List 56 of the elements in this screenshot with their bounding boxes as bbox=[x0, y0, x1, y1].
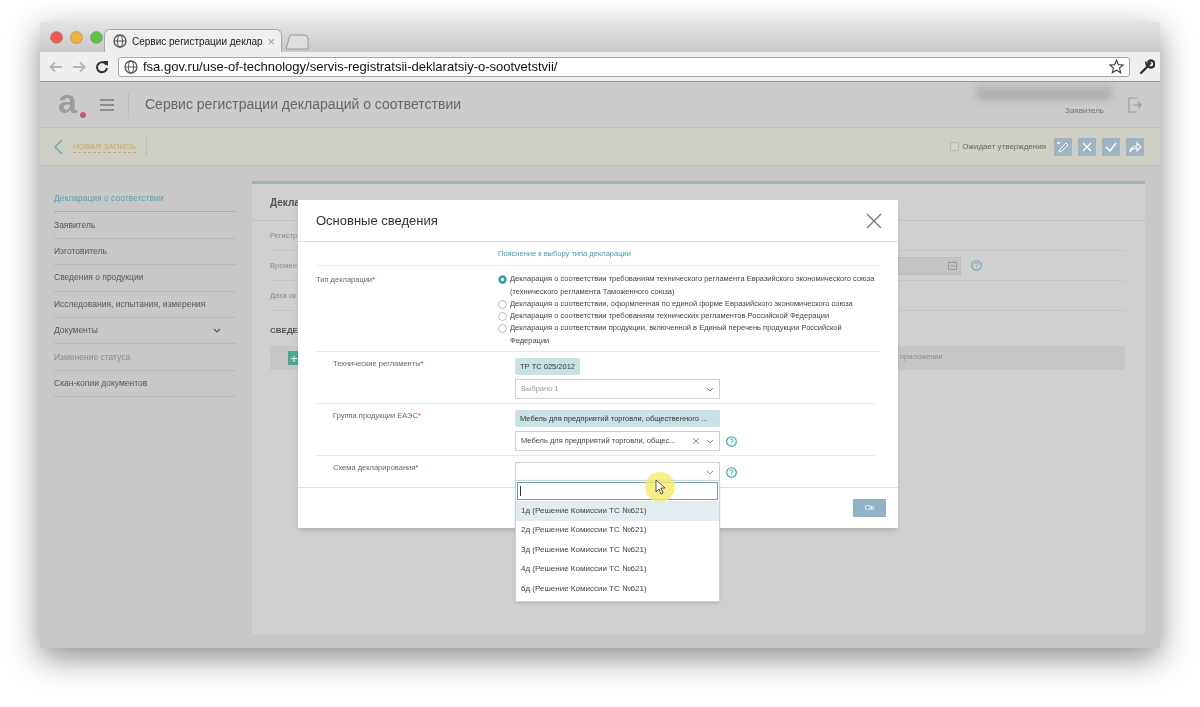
close-window-icon[interactable] bbox=[50, 31, 63, 44]
dropdown-option[interactable]: 3д (Решение Комиссии ТС №621) bbox=[516, 540, 719, 560]
menu-icon[interactable] bbox=[100, 98, 114, 111]
sidebar-item-label: Документы bbox=[54, 324, 98, 337]
star-icon[interactable] bbox=[1109, 59, 1124, 74]
back-icon[interactable] bbox=[49, 60, 63, 73]
dropdown-option[interactable]: 1д (Решение Комиссии ТС №621) bbox=[516, 501, 719, 521]
share-button[interactable] bbox=[1126, 137, 1144, 156]
address-bar[interactable]: fsa.gov.ru/use-of-technology/servis-registratsii-deklaratsiy-o-sootvetstvii/ bbox=[118, 56, 1130, 77]
globe-icon bbox=[124, 59, 138, 74]
date-field[interactable] bbox=[897, 256, 961, 275]
radio-button[interactable] bbox=[498, 300, 507, 309]
calendar-icon[interactable] bbox=[948, 261, 957, 270]
dropdown-option[interactable]: 4д (Решение Комиссии ТС №621) bbox=[516, 559, 719, 579]
section-heading: СВЕДЕ bbox=[270, 325, 298, 337]
forward-icon[interactable] bbox=[72, 60, 86, 73]
chevron-down-icon bbox=[706, 438, 714, 444]
radio-button[interactable] bbox=[498, 275, 507, 284]
dropdown-option[interactable]: 2д (Решение Комиссии ТС №621) bbox=[516, 520, 719, 540]
sidebar-item[interactable]: Исследования, испытания, измерения bbox=[54, 291, 235, 318]
wrench-icon[interactable] bbox=[1139, 58, 1155, 75]
url-text: fsa.gov.ru/use-of-technology/servis-registratsii-deklaratsiy-o-sootvetstvii/ bbox=[143, 57, 559, 76]
sidebar-item[interactable]: Скан-копии документов bbox=[54, 370, 235, 398]
sidebar-item[interactable]: Заявитель bbox=[54, 212, 235, 239]
sidebar-item[interactable]: Изготовитель bbox=[54, 238, 235, 266]
sidebar-item[interactable]: Сведения о продукции bbox=[54, 265, 235, 292]
app-title: Сервис регистрации деклараций о соответствии bbox=[145, 95, 463, 114]
tab-close-button[interactable]: × bbox=[267, 34, 276, 48]
close-icon[interactable] bbox=[866, 212, 882, 229]
status-checkbox[interactable] bbox=[950, 142, 960, 151]
help-icon[interactable] bbox=[971, 260, 982, 271]
globe-icon bbox=[113, 34, 127, 48]
check-button[interactable] bbox=[1102, 137, 1120, 156]
back-icon[interactable] bbox=[54, 138, 63, 155]
help-icon[interactable] bbox=[726, 435, 737, 447]
minimize-window-icon[interactable] bbox=[70, 31, 83, 44]
edit-button[interactable] bbox=[1054, 137, 1072, 156]
chevron-down-icon[interactable] bbox=[213, 328, 221, 334]
chevron-down-icon bbox=[706, 386, 714, 392]
logout-icon[interactable] bbox=[1128, 96, 1142, 113]
dialog-title: Основные сведения bbox=[316, 211, 438, 230]
tab-title: Сервис регистрации деклар bbox=[132, 34, 263, 49]
browser-tab[interactable]: Сервис регистрации деклар × bbox=[104, 29, 282, 52]
chevron-down-icon bbox=[706, 469, 714, 475]
user-role: Заявитель bbox=[1065, 104, 1104, 117]
reload-icon[interactable] bbox=[95, 59, 109, 74]
radio-button[interactable] bbox=[498, 324, 507, 333]
help-icon[interactable] bbox=[726, 466, 737, 478]
sidebar-item[interactable]: Документы bbox=[54, 317, 235, 345]
status-label: Ожидает утверждения bbox=[962, 140, 1046, 153]
dropdown-option[interactable]: 6д (Решение Комиссии ТС №621) bbox=[516, 579, 719, 599]
clear-icon[interactable] bbox=[692, 437, 700, 445]
radio-button[interactable] bbox=[498, 312, 507, 321]
close-button[interactable] bbox=[1078, 137, 1096, 156]
maximize-window-icon[interactable] bbox=[90, 31, 103, 44]
new-tab-button[interactable] bbox=[285, 34, 309, 50]
